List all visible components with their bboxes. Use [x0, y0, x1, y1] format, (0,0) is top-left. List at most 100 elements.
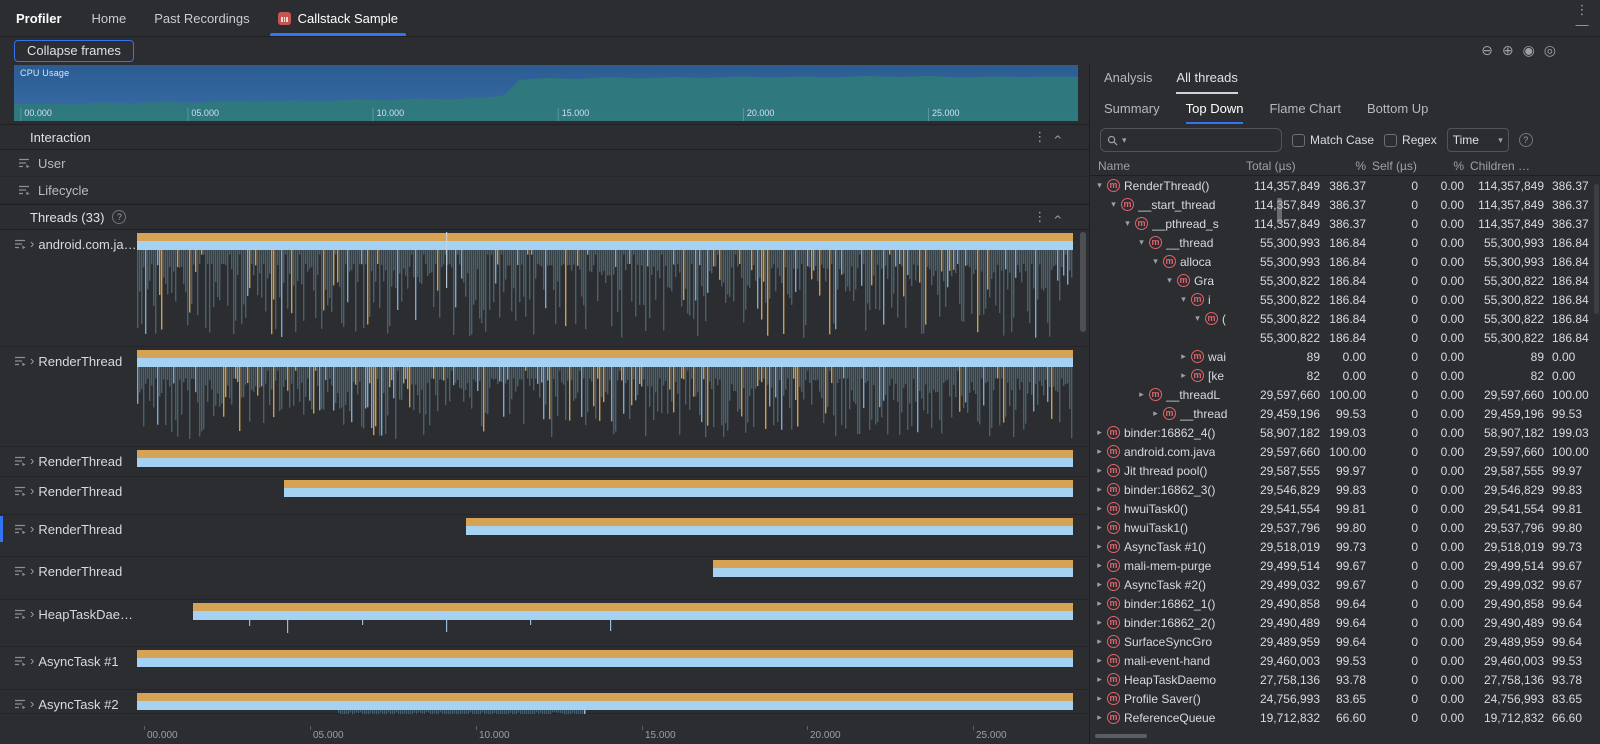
- thread-track[interactable]: [137, 690, 1089, 713]
- table-row[interactable]: ▸mwai890.0000.00890.00: [1090, 347, 1600, 366]
- column-self-pct[interactable]: %: [1418, 159, 1464, 173]
- help-icon[interactable]: ?: [1519, 133, 1533, 147]
- tree-chevron-icon[interactable]: ▸: [1094, 674, 1105, 685]
- interaction-row-lifecycle[interactable]: Lifecycle: [0, 177, 1089, 204]
- table-row[interactable]: ▸mmali-mem-purge29,499,51499.6700.0029,4…: [1090, 556, 1600, 575]
- table-row[interactable]: ▸mReferenceQueue19,712,83266.6000.0019,7…: [1090, 708, 1600, 727]
- table-row[interactable]: 55,300,822186.8400.0055,300,822186.84: [1090, 328, 1600, 347]
- tree-chevron-icon[interactable]: ▸: [1094, 541, 1105, 552]
- thread-track[interactable]: [137, 447, 1089, 476]
- kebab-menu-icon[interactable]: ⋮: [1033, 209, 1046, 225]
- table-row[interactable]: ▸m[ke820.0000.00820.00: [1090, 366, 1600, 385]
- table-row[interactable]: ▾mGra55,300,822186.8400.0055,300,822186.…: [1090, 271, 1600, 290]
- thread-track[interactable]: [137, 600, 1089, 646]
- table-row[interactable]: ▸mmali-event-hand29,460,00399.5300.0029,…: [1090, 651, 1600, 670]
- cpu-usage-chart[interactable]: CPU Usage 00.00005.00010.00015.00020.000…: [14, 65, 1078, 123]
- thread-row[interactable]: ›AsyncTask #1: [0, 647, 1089, 690]
- tab-home[interactable]: Home: [78, 0, 141, 36]
- table-row[interactable]: ▸mbinder:16862_1()29,490,85899.6400.0029…: [1090, 594, 1600, 613]
- table-row[interactable]: ▸mbinder:16862_3()29,546,82999.8300.0029…: [1090, 480, 1600, 499]
- tab-callstack-sample[interactable]: Callstack Sample: [264, 0, 412, 36]
- tab-analysis[interactable]: Analysis: [1104, 70, 1152, 94]
- kebab-menu-icon[interactable]: ⋮: [1574, 2, 1590, 17]
- thread-track[interactable]: [137, 557, 1089, 599]
- tree-chevron-icon[interactable]: ▾: [1108, 199, 1119, 210]
- filter-type-dropdown[interactable]: Time ▾: [1447, 128, 1509, 152]
- column-resize-indicator[interactable]: [1277, 198, 1282, 224]
- kebab-menu-icon[interactable]: ⋮: [1033, 129, 1046, 145]
- column-total[interactable]: Total (µs): [1240, 159, 1320, 173]
- tree-chevron-icon[interactable]: ▾: [1136, 237, 1147, 248]
- tab-bottom-up[interactable]: Bottom Up: [1367, 94, 1428, 124]
- tree-chevron-icon[interactable]: ▾: [1094, 180, 1105, 191]
- help-icon[interactable]: ?: [112, 210, 126, 224]
- table-row[interactable]: ▸mJit thread pool()29,587,55599.9700.002…: [1090, 461, 1600, 480]
- tab-flame-chart[interactable]: Flame Chart: [1269, 94, 1341, 124]
- table-row[interactable]: ▾m__start_thread114,357,849386.3700.0011…: [1090, 195, 1600, 214]
- thread-track[interactable]: [137, 347, 1089, 446]
- expand-chevron-icon[interactable]: ›: [30, 564, 34, 577]
- column-total-pct[interactable]: %: [1320, 159, 1366, 173]
- tree-chevron-icon[interactable]: ▸: [1094, 522, 1105, 533]
- thread-row[interactable]: ›android.com.ja…: [0, 230, 1089, 347]
- table-row[interactable]: ▸mhwuiTask1()29,537,79699.8000.0029,537,…: [1090, 518, 1600, 537]
- tab-past-recordings[interactable]: Past Recordings: [140, 0, 263, 36]
- tree-chevron-icon[interactable]: ▸: [1178, 370, 1189, 381]
- tree-chevron-icon[interactable]: ▸: [1094, 446, 1105, 457]
- expand-chevron-icon[interactable]: ›: [30, 237, 34, 250]
- expand-chevron-icon[interactable]: ›: [30, 654, 34, 667]
- column-name[interactable]: Name: [1090, 159, 1240, 173]
- tree-chevron-icon[interactable]: ▸: [1094, 693, 1105, 704]
- minimize-icon[interactable]: —: [1574, 17, 1590, 32]
- thread-row[interactable]: ›AsyncTask #2: [0, 690, 1089, 714]
- expand-chevron-icon[interactable]: ›: [30, 607, 34, 620]
- table-row[interactable]: ▸mHeapTaskDaemo27,758,13693.7800.0027,75…: [1090, 670, 1600, 689]
- table-horizontal-scrollbar[interactable]: [1095, 734, 1147, 738]
- match-case-checkbox[interactable]: Match Case: [1292, 133, 1374, 147]
- table-row[interactable]: ▸mandroid.com.java29,597,660100.0000.002…: [1090, 442, 1600, 461]
- table-row[interactable]: ▸mAsyncTask #2()29,499,03299.6700.0029,4…: [1090, 575, 1600, 594]
- thread-row[interactable]: ›RenderThread: [0, 557, 1089, 600]
- search-box[interactable]: ▾: [1100, 128, 1282, 152]
- thread-row[interactable]: ›RenderThread: [0, 515, 1089, 557]
- table-row[interactable]: ▸mSurfaceSyncGro29,489,95999.6400.0029,4…: [1090, 632, 1600, 651]
- column-self[interactable]: Self (µs): [1366, 159, 1418, 173]
- thread-track[interactable]: [137, 647, 1089, 689]
- expand-chevron-icon[interactable]: ›: [30, 354, 34, 367]
- tree-chevron-icon[interactable]: ▸: [1094, 712, 1105, 723]
- regex-checkbox[interactable]: Regex: [1384, 133, 1437, 147]
- table-row[interactable]: ▾malloca55,300,993186.8400.0055,300,9931…: [1090, 252, 1600, 271]
- tree-chevron-icon[interactable]: ▸: [1094, 617, 1105, 628]
- collapse-section-icon[interactable]: ›: [1054, 129, 1059, 145]
- tree-chevron-icon[interactable]: ▾: [1122, 218, 1133, 229]
- tree-chevron-icon[interactable]: ▸: [1094, 579, 1105, 590]
- tab-all-threads[interactable]: All threads: [1176, 70, 1237, 94]
- table-row[interactable]: ▸mbinder:16862_2()29,490,48999.6400.0029…: [1090, 613, 1600, 632]
- thread-row[interactable]: ›RenderThread: [0, 347, 1089, 447]
- tree-chevron-icon[interactable]: ▸: [1094, 427, 1105, 438]
- table-row[interactable]: ▸mAsyncTask #1()29,518,01999.7300.0029,5…: [1090, 537, 1600, 556]
- thread-track[interactable]: [137, 515, 1089, 556]
- tree-chevron-icon[interactable]: ▸: [1094, 503, 1105, 514]
- collapse-frames-button[interactable]: Collapse frames: [14, 40, 134, 62]
- tree-chevron-icon[interactable]: ▸: [1094, 598, 1105, 609]
- expand-chevron-icon[interactable]: ›: [30, 522, 34, 535]
- threads-header[interactable]: Threads (33) ? ⋮ ›: [0, 204, 1089, 230]
- tree-chevron-icon[interactable]: ▸: [1094, 636, 1105, 647]
- thread-row[interactable]: ›RenderThread: [0, 447, 1089, 477]
- tree-chevron-icon[interactable]: ▸: [1136, 389, 1147, 400]
- table-row[interactable]: ▸m__threadL29,597,660100.0000.0029,597,6…: [1090, 385, 1600, 404]
- table-row[interactable]: ▾m__thread55,300,993186.8400.0055,300,99…: [1090, 233, 1600, 252]
- table-row[interactable]: ▸mProfile Saver()24,756,99383.6500.0024,…: [1090, 689, 1600, 708]
- table-row[interactable]: ▾mRenderThread()114,357,849386.3700.0011…: [1090, 176, 1600, 195]
- table-row[interactable]: ▸mbinder:16862_4()58,907,182199.0300.005…: [1090, 423, 1600, 442]
- thread-row[interactable]: ›RenderThread: [0, 477, 1089, 515]
- tree-chevron-icon[interactable]: ▸: [1178, 351, 1189, 362]
- zoom-out-icon[interactable]: ⊖: [1481, 42, 1493, 59]
- column-children[interactable]: Children …: [1464, 159, 1590, 173]
- search-history-icon[interactable]: ▾: [1122, 135, 1127, 146]
- tree-chevron-icon[interactable]: ▸: [1150, 408, 1161, 419]
- expand-chevron-icon[interactable]: ›: [30, 697, 34, 710]
- tree-chevron-icon[interactable]: ▸: [1094, 484, 1105, 495]
- reset-zoom-icon[interactable]: ◉: [1523, 42, 1535, 59]
